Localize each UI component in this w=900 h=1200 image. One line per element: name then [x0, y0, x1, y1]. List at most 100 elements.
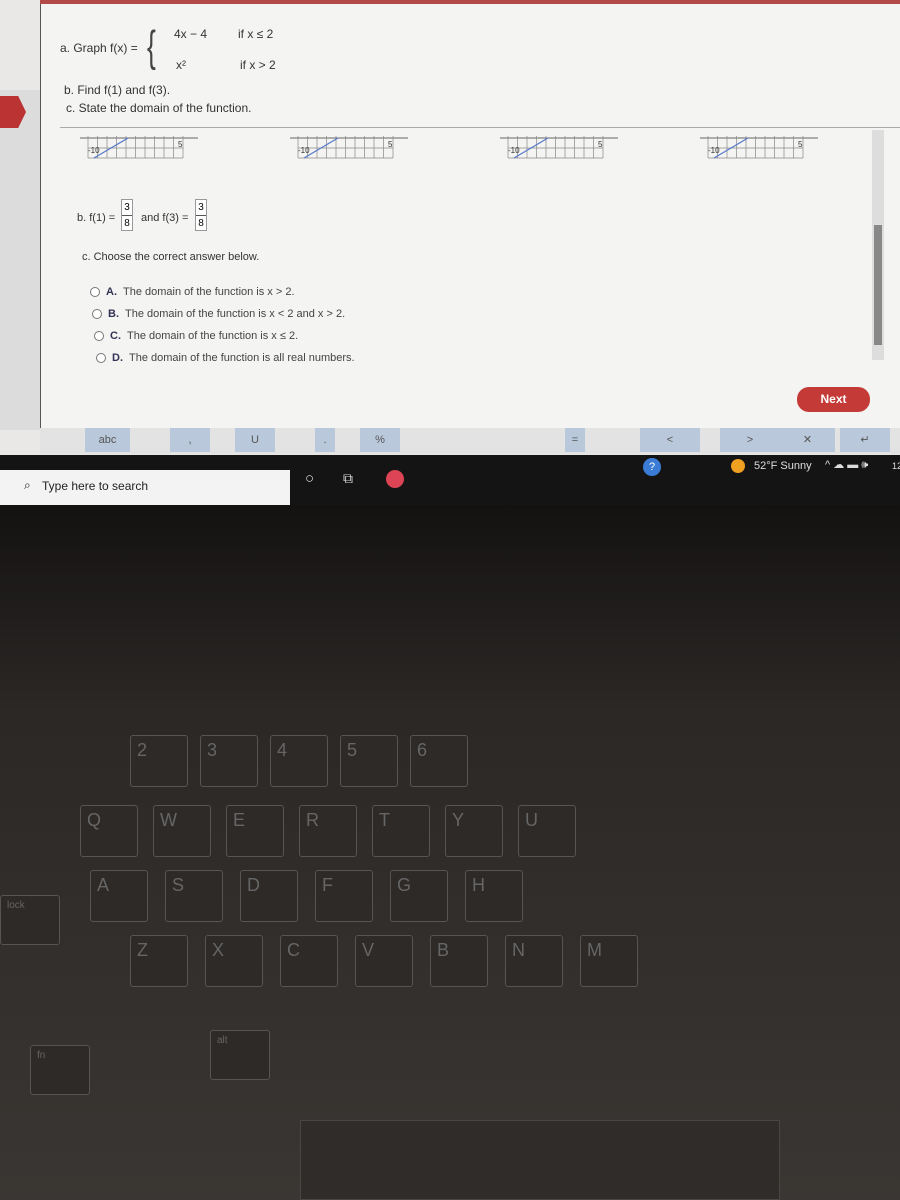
graph-option-d[interactable]: -10 5	[700, 132, 820, 169]
radio-d[interactable]	[96, 353, 106, 363]
physical-key: S	[165, 870, 223, 922]
physical-key-alt: alt	[210, 1030, 270, 1080]
physical-key: A	[90, 870, 148, 922]
graph-max-label: 5	[598, 140, 603, 149]
divider	[60, 127, 900, 128]
option-b[interactable]: B. The domain of the function is x < 2 an…	[92, 308, 345, 320]
physical-key: 3	[200, 735, 258, 787]
physical-key-lock: lock	[0, 895, 60, 945]
physical-key: T	[372, 805, 430, 857]
virtual-key[interactable]: =	[565, 428, 585, 452]
physical-key: V	[355, 935, 413, 987]
tray-icons[interactable]: ^ ☁ ▬ 🕪	[825, 458, 868, 472]
physical-key: G	[390, 870, 448, 922]
graph-option-c[interactable]: -10 5	[500, 132, 620, 169]
physical-key: Q	[80, 805, 138, 857]
physical-key: U	[518, 805, 576, 857]
physical-key: Y	[445, 805, 503, 857]
option-a[interactable]: A. The domain of the function is x > 2.	[90, 286, 295, 298]
physical-key: C	[280, 935, 338, 987]
option-c[interactable]: C. The domain of the function is x ≤ 2.	[94, 330, 298, 342]
part-c: c. State the domain of the function.	[66, 101, 252, 115]
search-placeholder: Type here to search	[42, 479, 149, 493]
graph-max-label: 5	[388, 140, 393, 149]
answer-b-middle: and f(3) =	[141, 212, 189, 224]
piece2-expr: x²	[176, 58, 186, 72]
virtual-key[interactable]: abc	[85, 428, 130, 452]
f1-denominator: 8	[124, 218, 130, 229]
virtual-key[interactable]: ✕	[780, 428, 835, 452]
physical-key: B	[430, 935, 488, 987]
option-d[interactable]: D. The domain of the function is all real…	[96, 352, 355, 364]
chrome-icon[interactable]	[386, 470, 404, 488]
f1-answer-box[interactable]: 38	[121, 199, 133, 231]
search-icon: ⌕	[24, 478, 31, 492]
physical-key: D	[240, 870, 298, 922]
graph-option-b[interactable]: -10 5	[290, 132, 410, 169]
piece1-cond: if x ≤ 2	[238, 27, 274, 41]
screen: a. Graph f(x) = { 4x − 4 if x ≤ 2 x² if …	[0, 0, 900, 505]
graph-min-label: -10	[298, 146, 310, 155]
f3-numerator: 3	[198, 202, 204, 213]
cortana-icon[interactable]: ○	[305, 470, 314, 487]
graph-max-label: 5	[178, 140, 183, 149]
physical-key-fn: fn	[30, 1045, 90, 1095]
graph-min-label: -10	[708, 146, 720, 155]
physical-key: N	[505, 935, 563, 987]
answer-b-prefix: b. f(1) =	[77, 212, 116, 224]
option-text: The domain of the function is x > 2.	[123, 286, 295, 298]
physical-key: X	[205, 935, 263, 987]
next-button[interactable]: Next	[797, 387, 870, 412]
option-text: The domain of the function is all real n…	[129, 352, 355, 364]
radio-b[interactable]	[92, 309, 102, 319]
task-view-icon[interactable]: ⧉	[343, 470, 353, 487]
option-letter: D.	[112, 352, 123, 364]
part-a-label: a. Graph f(x) =	[60, 41, 138, 55]
option-text: The domain of the function is x ≤ 2.	[127, 330, 299, 342]
physical-key: 5	[340, 735, 398, 787]
taskbar-search[interactable]: ⌕ Type here to search	[0, 470, 290, 505]
clock[interactable]: 12	[892, 461, 900, 471]
virtual-key[interactable]: ,	[170, 428, 210, 452]
f1-numerator: 3	[124, 202, 130, 213]
f3-denominator: 8	[198, 218, 204, 229]
left-sidebar	[0, 90, 40, 430]
virtual-key[interactable]: %	[360, 428, 400, 452]
physical-key: R	[299, 805, 357, 857]
brace: {	[146, 22, 156, 71]
graph-min-label: -10	[508, 146, 520, 155]
virtual-key[interactable]: ↵	[840, 428, 890, 452]
virtual-key[interactable]: >	[720, 428, 780, 452]
option-letter: B.	[108, 308, 119, 320]
option-letter: A.	[106, 286, 117, 298]
physical-key: F	[315, 870, 373, 922]
graph-min-label: -10	[88, 146, 100, 155]
sun-icon	[731, 459, 745, 473]
physical-key: 6	[410, 735, 468, 787]
physical-key: 2	[130, 735, 188, 787]
radio-c[interactable]	[94, 331, 104, 341]
virtual-key[interactable]: U	[235, 428, 275, 452]
virtual-key[interactable]: <	[640, 428, 700, 452]
physical-key: E	[226, 805, 284, 857]
graph-option-a[interactable]: -10 5	[80, 132, 200, 169]
weather-text[interactable]: 52°F Sunny	[754, 460, 812, 472]
physical-key: 4	[270, 735, 328, 787]
help-icon[interactable]: ?	[643, 458, 661, 476]
piece1-expr: 4x − 4	[174, 27, 208, 41]
answer-c-prompt: c. Choose the correct answer below.	[82, 251, 260, 263]
scrollbar-thumb[interactable]	[874, 225, 882, 345]
option-letter: C.	[110, 330, 121, 342]
physical-key: H	[465, 870, 523, 922]
graph-max-label: 5	[798, 140, 803, 149]
physical-key: M	[580, 935, 638, 987]
radio-a[interactable]	[90, 287, 100, 297]
physical-key: Z	[130, 935, 188, 987]
f3-answer-box[interactable]: 38	[195, 199, 207, 231]
piece2-cond: if x > 2	[240, 58, 276, 72]
touchpad	[300, 1120, 780, 1200]
virtual-key[interactable]: .	[315, 428, 335, 452]
physical-key: W	[153, 805, 211, 857]
part-b: b. Find f(1) and f(3).	[64, 83, 171, 97]
option-text: The domain of the function is x < 2 and …	[125, 308, 346, 320]
